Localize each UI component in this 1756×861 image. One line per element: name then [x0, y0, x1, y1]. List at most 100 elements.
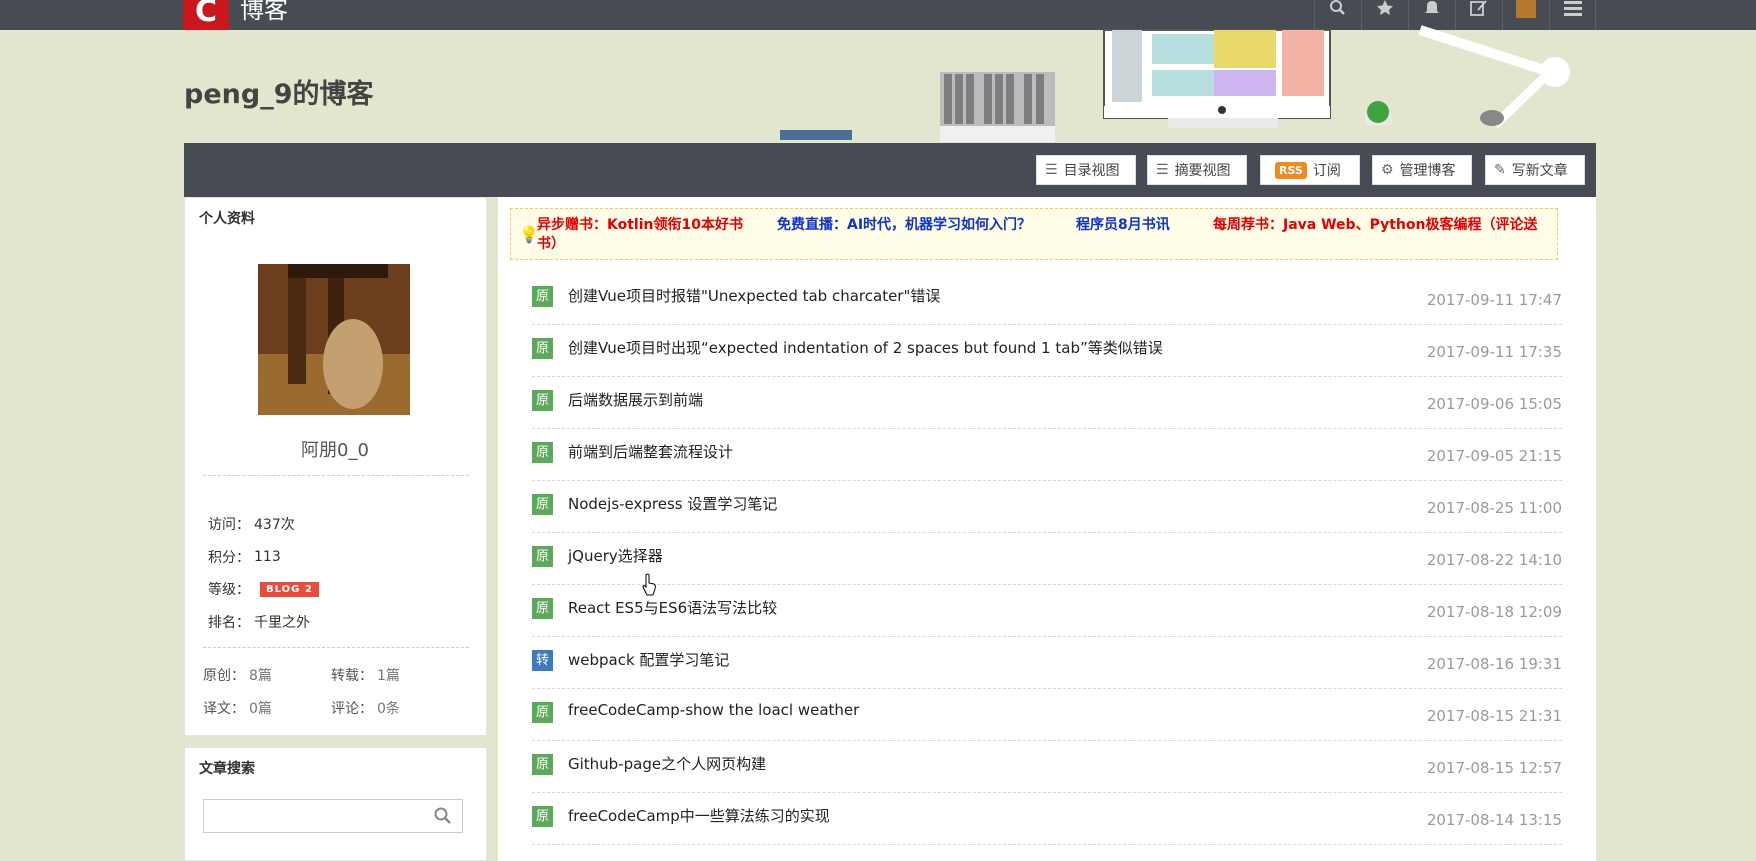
article-date: 2017-08-22 14:10 [1426, 551, 1562, 569]
article-date: 2017-09-06 15:05 [1426, 395, 1562, 413]
article-title-link[interactable]: Nodejs-express 设置学习笔记 [568, 493, 777, 514]
article-row[interactable]: 原后端数据展示到前端 2017-09-06 15:05 [532, 377, 1562, 429]
list-icon: ☰ [1156, 162, 1169, 178]
comment-count: 评论： 0条 [331, 698, 400, 718]
catalog-view-label: 目录视图 [1063, 163, 1120, 179]
comment-label: 评论： [331, 701, 373, 717]
notice-link-kotlin[interactable]: 异步赠书：Kotlin领衔10本好书 [537, 215, 743, 235]
visits-stat: 访问： 437次 [208, 514, 295, 534]
user-name[interactable]: 阿朋0_0 [185, 436, 485, 462]
article-list-panel: 💡 异步赠书：Kotlin领衔10本好书 免费直播：AI时代，机器学习如何入门？… [498, 197, 1596, 861]
search-panel-title: 文章搜索 [199, 761, 255, 777]
original-badge: 原 [532, 442, 553, 463]
notice-link-weekly-books-cont[interactable]: 书） [537, 234, 565, 254]
profile-panel-title: 个人资料 [199, 211, 255, 227]
article-date: 2017-08-14 13:15 [1426, 811, 1562, 829]
comment-value: 0条 [377, 701, 400, 717]
manage-blog-button[interactable]: ⚙ 管理博客 [1372, 155, 1472, 185]
subscribe-label: 订阅 [1312, 163, 1341, 179]
original-badge: 原 [532, 390, 553, 411]
article-date: 2017-09-11 17:35 [1426, 343, 1562, 361]
translate-value: 0篇 [249, 701, 272, 717]
blog-title[interactable]: peng_9的博客 [184, 72, 373, 111]
article-title-link[interactable]: React ES5与ES6语法写法比较 [568, 597, 777, 618]
write-article-button[interactable]: ✎ 写新文章 [1485, 155, 1585, 185]
article-row[interactable]: 原 freeCodeCamp-show the loacl weather 2017… [532, 689, 1562, 741]
list-icon: ☰ [1045, 162, 1058, 178]
original-badge: 原 [532, 702, 553, 723]
original-count: 原创： 8篇 [203, 665, 272, 685]
article-title-link[interactable]: jQuery选择器 [568, 545, 663, 566]
visits-value: 437次 [254, 517, 295, 533]
article-row[interactable]: 原 jQuery选择器 2017-08-22 14:10 [532, 533, 1562, 585]
gear-icon: ⚙ [1381, 162, 1394, 178]
search-input[interactable] [204, 800, 424, 832]
divider [203, 475, 469, 476]
original-badge: 原 [532, 806, 553, 827]
article-row[interactable]: 原 Github-page之个人网页构建 2017-08-15 12:57 [532, 741, 1562, 793]
article-row[interactable]: 原 React ES5与ES6语法写法比较 2017-08-18 12:09 [532, 585, 1562, 637]
original-label: 原创： [203, 668, 245, 684]
points-label: 积分： [208, 550, 250, 566]
summary-view-button[interactable]: ☰ 摘要视图 [1147, 155, 1247, 185]
original-value: 8篇 [249, 668, 272, 684]
article-title-link[interactable]: webpack 配置学习笔记 [568, 649, 729, 670]
original-badge: 原 [532, 598, 553, 619]
notice-link-weekly-books[interactable]: 每周荐书：Java Web、Python极客编程（评论送 [1213, 215, 1537, 235]
profile-panel: 个人资料 阿朋0_0 访问： 437次 积分： 113 等级： BLOG 2 排… [184, 197, 487, 736]
rss-subscribe-button[interactable]: RSS 订阅 [1260, 155, 1360, 185]
article-row[interactable]: 原创建Vue项目时报错"Unexpected tab charcater"错误 2… [532, 273, 1562, 325]
points-value: 113 [254, 549, 281, 565]
rank-value: 千里之外 [254, 615, 310, 631]
write-article-label: 写新文章 [1511, 163, 1568, 179]
article-row[interactable]: 转 webpack 配置学习笔记 2017-08-16 19:31 [532, 637, 1562, 689]
visits-label: 访问： [208, 517, 250, 533]
article-date: 2017-09-05 21:15 [1426, 447, 1562, 465]
rss-icon: RSS [1275, 161, 1307, 179]
catalog-view-button[interactable]: ☰ 目录视图 [1036, 155, 1136, 185]
article-title-link[interactable]: Github-page之个人网页构建 [568, 753, 766, 774]
article-title-link[interactable]: 后端数据展示到前端 [568, 389, 703, 410]
article-date: 2017-08-25 11:00 [1426, 499, 1562, 517]
notice-link-book-news[interactable]: 程序员8月书讯 [1076, 215, 1170, 235]
row-divider [532, 844, 1562, 845]
translate-count: 译文： 0篇 [203, 698, 272, 718]
original-badge: 原 [532, 286, 553, 307]
original-badge: 原 [532, 754, 553, 775]
summary-view-label: 摘要视图 [1174, 163, 1231, 179]
article-title-link[interactable]: freeCodeCamp-show the loacl weather [568, 701, 859, 719]
article-row[interactable]: 原 Nodejs-express 设置学习笔记 2017-08-25 11:00 [532, 481, 1562, 533]
original-badge: 原 [532, 494, 553, 515]
article-date: 2017-08-16 19:31 [1426, 655, 1562, 673]
rank-label: 排名： [208, 615, 250, 631]
search-box [203, 799, 463, 833]
mouse-cursor-icon [642, 573, 656, 596]
article-search-panel: 文章搜索 [184, 747, 487, 861]
article-title-link[interactable]: 创建Vue项目时报错"Unexpected tab charcater"错误 [568, 285, 940, 306]
original-badge: 原 [532, 546, 553, 567]
article-row[interactable]: 原 freeCodeCamp中一些算法练习的实现 2017-08-14 13:15 [532, 793, 1562, 845]
repost-count: 转载： 1篇 [331, 665, 400, 685]
article-date: 2017-08-15 21:31 [1426, 707, 1562, 725]
edit-icon: ✎ [1494, 162, 1506, 178]
lightbulb-icon: 💡 [519, 227, 539, 244]
level-badge[interactable]: BLOG 2 [260, 581, 319, 597]
article-row[interactable]: 原前端到后端整套流程设计 2017-09-05 21:15 [532, 429, 1562, 481]
repost-value: 1篇 [377, 668, 400, 684]
article-title-link[interactable]: 创建Vue项目时出现“expected indentation of 2 spa… [568, 337, 1163, 358]
notice-link-ai-live[interactable]: 免费直播：AI时代，机器学习如何入门？ [777, 215, 1031, 235]
blog-toolbar: ☰ 目录视图 ☰ 摘要视图 RSS 订阅 ⚙ 管理博客 ✎ 写新文章 [184, 143, 1596, 197]
divider [203, 647, 469, 648]
points-stat: 积分： 113 [208, 547, 281, 567]
repost-label: 转载： [331, 668, 373, 684]
article-date: 2017-08-18 12:09 [1426, 603, 1562, 621]
notice-bar: 💡 异步赠书：Kotlin领衔10本好书 免费直播：AI时代，机器学习如何入门？… [510, 208, 1558, 260]
search-icon[interactable] [434, 807, 452, 825]
article-title-link[interactable]: 前端到后端整套流程设计 [568, 441, 733, 462]
article-title-link[interactable]: freeCodeCamp中一些算法练习的实现 [568, 805, 830, 826]
manage-blog-label: 管理博客 [1399, 163, 1456, 179]
profile-avatar[interactable] [258, 264, 410, 415]
article-row[interactable]: 原创建Vue项目时出现“expected indentation of 2 sp… [532, 325, 1562, 377]
translate-label: 译文： [203, 701, 245, 717]
article-date: 2017-08-15 12:57 [1426, 759, 1562, 777]
